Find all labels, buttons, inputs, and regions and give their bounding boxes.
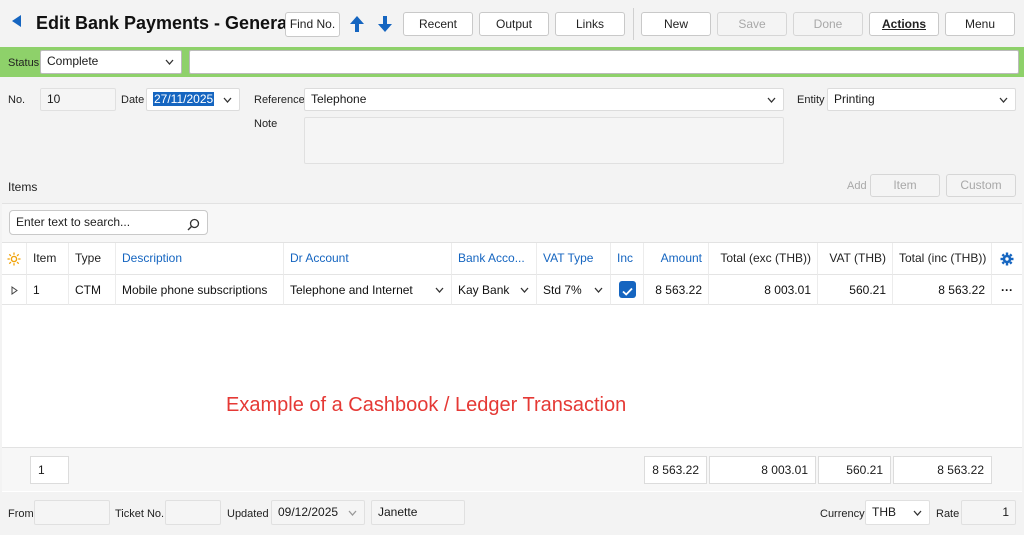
reference-value: Telephone (311, 92, 367, 106)
note-label: Note (254, 118, 278, 130)
from-label: From (8, 508, 34, 520)
currency-label: Currency (820, 508, 865, 520)
annotation-text: Example of a Cashbook / Ledger Transacti… (226, 394, 627, 416)
add-label: Add (847, 180, 867, 192)
updated-date-value: 09/12/2025 (278, 505, 339, 519)
chevron-down-icon (767, 97, 776, 103)
next-record-icon[interactable] (377, 15, 393, 36)
entity-value: Printing (834, 92, 875, 106)
new-button[interactable]: New (641, 12, 711, 36)
row-bank-account[interactable]: Kay Bank (452, 274, 537, 305)
totals-count: 1 (30, 456, 69, 484)
column-header-bank-account[interactable]: Bank Acco... (452, 243, 537, 274)
updated-by-field: Janette (371, 500, 465, 525)
back-arrow-icon[interactable] (12, 15, 24, 29)
chevron-down-icon (913, 510, 922, 516)
column-options-icon[interactable] (2, 243, 27, 274)
column-header-dr-account[interactable]: Dr Account (284, 243, 452, 274)
totals-vat: 560.21 (818, 456, 891, 484)
totals-total-exc: 8 003.01 (709, 456, 816, 484)
currency-select[interactable]: THB (865, 500, 930, 525)
row-total-inc: 8 563.22 (893, 274, 992, 305)
rate-label: Rate (936, 508, 960, 520)
ticket-field[interactable] (165, 500, 221, 525)
column-header-amount[interactable]: Amount (644, 243, 709, 274)
row-type[interactable]: CTM (69, 274, 116, 305)
menu-button[interactable]: Menu (945, 12, 1015, 36)
column-header-total-inc[interactable]: Total (inc (THB)) (893, 243, 992, 274)
add-custom-button[interactable]: Custom (946, 174, 1016, 197)
note-field[interactable] (304, 117, 784, 164)
rate-field[interactable]: 1 (961, 500, 1016, 525)
date-label: Date (121, 94, 145, 106)
column-header-inc[interactable]: Inc (611, 243, 644, 274)
number-label: No. (8, 94, 26, 106)
row-dr-account-value: Telephone and Internet (290, 283, 413, 297)
status-label: Status (8, 57, 40, 69)
done-button[interactable]: Done (793, 12, 863, 36)
links-button[interactable]: Links (555, 12, 625, 36)
column-header-item[interactable]: Item (27, 243, 69, 274)
chevron-down-icon (223, 97, 232, 103)
reference-label: Reference (254, 94, 305, 106)
chevron-down-icon (594, 287, 603, 293)
items-label: Items (8, 180, 38, 194)
row-expand-icon[interactable] (2, 274, 27, 305)
row-item[interactable]: 1 (27, 274, 69, 305)
row-vat-type-value: Std 7% (543, 283, 582, 297)
find-number-button[interactable]: Find No. (285, 12, 340, 37)
entity-label: Entity (797, 94, 825, 106)
status-note-field[interactable] (189, 50, 1019, 74)
inc-checkbox[interactable] (619, 281, 636, 298)
column-header-vat-type[interactable]: VAT Type (537, 243, 611, 274)
search-placeholder: Enter text to search... (16, 215, 131, 229)
grid-settings-icon[interactable] (992, 243, 1022, 274)
chevron-down-icon (435, 287, 444, 293)
column-header-vat[interactable]: VAT (THB) (818, 243, 893, 274)
column-header-type[interactable]: Type (69, 243, 116, 274)
currency-value: THB (872, 505, 896, 519)
status-select[interactable]: Complete (40, 50, 182, 74)
totals-amount: 8 563.22 (644, 456, 707, 484)
chevron-down-icon (520, 287, 529, 293)
page-title: Edit Bank Payments - General (36, 13, 293, 33)
number-field[interactable]: 10 (40, 88, 116, 111)
date-field[interactable]: 27/11/2025 (146, 88, 240, 111)
totals-total-inc: 8 563.22 (893, 456, 992, 484)
save-button[interactable]: Save (717, 12, 787, 36)
reference-select[interactable]: Telephone (304, 88, 784, 111)
entity-select[interactable]: Printing (827, 88, 1016, 111)
date-value: 27/11/2025 (153, 92, 215, 106)
status-value: Complete (47, 54, 99, 68)
column-header-description[interactable]: Description (116, 243, 284, 274)
output-button[interactable]: Output (479, 12, 549, 36)
row-vat-type[interactable]: Std 7% (537, 274, 611, 305)
row-total-exc: 8 003.01 (709, 274, 818, 305)
column-header-total-exc[interactable]: Total (exc (THB)) (709, 243, 818, 274)
row-bank-account-value: Kay Bank (458, 283, 510, 297)
row-description[interactable]: Mobile phone subscriptions (116, 274, 284, 305)
row-amount[interactable]: 8 563.22 (644, 274, 709, 305)
row-vat: 560.21 (818, 274, 893, 305)
previous-record-icon[interactable] (349, 15, 365, 36)
chevron-down-icon (348, 510, 357, 516)
search-input[interactable]: Enter text to search... (9, 210, 208, 235)
search-icon[interactable] (187, 216, 200, 239)
row-dr-account[interactable]: Telephone and Internet (284, 274, 452, 305)
add-item-button[interactable]: Item (870, 174, 940, 197)
recent-button[interactable]: Recent (403, 12, 473, 36)
actions-button[interactable]: Actions (869, 12, 939, 36)
updated-date-field: 09/12/2025 (271, 500, 365, 525)
ticket-label: Ticket No. (115, 508, 165, 520)
row-more-icon[interactable]: ··· (992, 274, 1022, 305)
row-inc[interactable] (611, 274, 644, 305)
chevron-down-icon (165, 59, 174, 65)
chevron-down-icon (999, 97, 1008, 103)
from-field[interactable] (34, 500, 110, 525)
toolbar-divider (633, 8, 634, 40)
updated-label: Updated (227, 508, 269, 520)
